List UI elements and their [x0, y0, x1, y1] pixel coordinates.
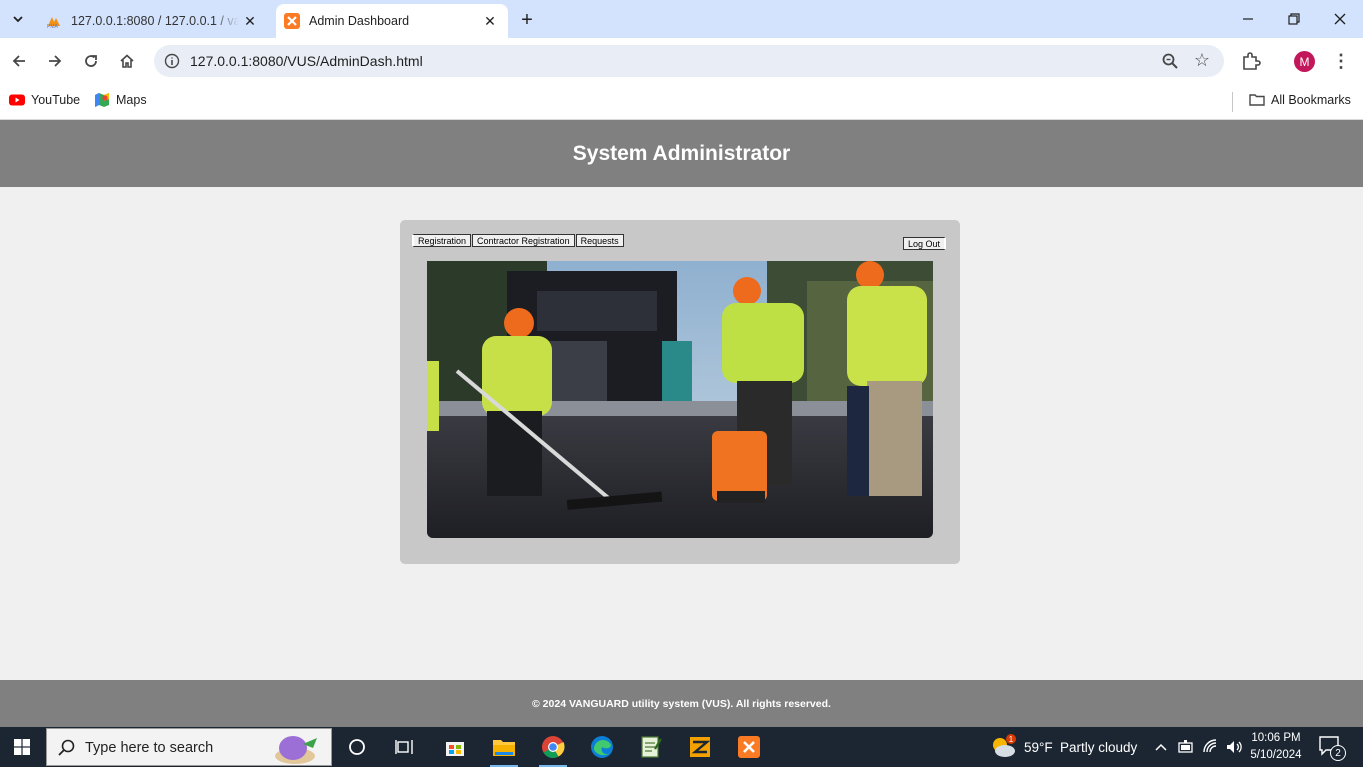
- all-bookmarks-button[interactable]: All Bookmarks: [1249, 92, 1351, 108]
- tab-admin-dashboard[interactable]: Admin Dashboard ✕: [276, 4, 508, 38]
- windows-taskbar: Type here to search 1 59°F Partly cloudy…: [0, 727, 1363, 767]
- volume-icon[interactable]: [1225, 738, 1243, 756]
- app-icon: [690, 737, 711, 757]
- bookmarks-divider: [1232, 92, 1233, 112]
- svg-text:PMA: PMA: [47, 24, 59, 29]
- system-clock[interactable]: 10:06 PM 5/10/2024: [1246, 730, 1306, 764]
- wifi-icon[interactable]: [1202, 738, 1220, 756]
- windows-logo-icon: [14, 739, 30, 755]
- task-view-button[interactable]: [381, 727, 429, 767]
- tab-search-button[interactable]: [6, 7, 30, 31]
- registration-button[interactable]: Registration: [412, 234, 472, 247]
- store-button[interactable]: [431, 727, 479, 767]
- bookmark-maps[interactable]: Maps: [94, 92, 147, 108]
- notepad-icon: [641, 736, 662, 758]
- notification-badge: 2: [1330, 745, 1346, 761]
- page-title: System Administrator: [572, 141, 791, 165]
- road-workers-photo: [427, 261, 933, 538]
- search-highlight-icon: [275, 736, 317, 764]
- site-info-icon[interactable]: [162, 51, 182, 71]
- restore-icon: [1288, 13, 1300, 25]
- edge-button[interactable]: [578, 727, 626, 767]
- arrow-right-icon: [49, 55, 62, 67]
- url-text[interactable]: 127.0.0.1:8080/VUS/AdminDash.html: [190, 53, 423, 69]
- folder-icon: [493, 740, 515, 756]
- browser-tab-strip: PMA 127.0.0.1:8080 / 127.0.0.1 / vanguar…: [0, 0, 1363, 38]
- restore-button[interactable]: [1271, 0, 1317, 38]
- xampp-icon: [284, 13, 300, 29]
- minimize-button[interactable]: [1225, 0, 1271, 38]
- all-bookmarks-label: All Bookmarks: [1271, 93, 1351, 107]
- weather-desc[interactable]: Partly cloudy: [1060, 740, 1137, 755]
- dashboard-panel: Registration Contractor Registration Req…: [400, 220, 960, 564]
- admin-nav: Registration Contractor Registration Req…: [412, 234, 625, 247]
- tab-title: 127.0.0.1:8080 / 127.0.0.1 / vanguard: [71, 14, 239, 28]
- close-icon[interactable]: ✕: [482, 13, 498, 29]
- logout-button[interactable]: Log Out: [902, 237, 946, 250]
- chrome-icon: [542, 736, 565, 758]
- back-button[interactable]: [8, 50, 30, 72]
- search-icon: [58, 739, 75, 756]
- battery-icon[interactable]: [1177, 739, 1195, 755]
- store-icon: [446, 742, 464, 756]
- page-footer: © 2024 VANGUARD utility system (VUS). Al…: [0, 680, 1363, 727]
- home-button[interactable]: [116, 50, 138, 72]
- clock-date: 5/10/2024: [1250, 749, 1302, 761]
- xampp-button[interactable]: [725, 727, 773, 767]
- youtube-icon: [9, 94, 25, 106]
- phpmyadmin-icon: PMA: [47, 17, 60, 29]
- chevron-up-icon[interactable]: [1154, 741, 1168, 753]
- weather-temp[interactable]: 59°F: [1024, 740, 1053, 755]
- cortana-icon: [349, 739, 365, 755]
- reload-icon: [85, 55, 97, 67]
- profile-avatar[interactable]: M: [1294, 51, 1315, 72]
- task-view-icon: [395, 740, 413, 754]
- new-tab-button[interactable]: +: [516, 9, 538, 31]
- bookmark-star-icon[interactable]: ☆: [1192, 50, 1212, 70]
- contractor-registration-button[interactable]: Contractor Registration: [472, 234, 575, 247]
- zoom-icon[interactable]: [1160, 51, 1180, 71]
- maps-icon: [95, 93, 109, 107]
- notifications-button[interactable]: 2: [1318, 735, 1348, 761]
- weather-icon[interactable]: 1: [990, 733, 1018, 759]
- copyright-text: © 2024 VANGUARD utility system (VUS). Al…: [532, 697, 831, 710]
- taskbar-search[interactable]: Type here to search: [46, 728, 332, 766]
- tab-phpmyadmin[interactable]: PMA 127.0.0.1:8080 / 127.0.0.1 / vanguar…: [38, 4, 268, 38]
- chevron-down-icon: [13, 16, 23, 23]
- hero-image: [427, 261, 933, 538]
- xampp-icon: [738, 736, 760, 758]
- logout-wrapper: Log Out: [902, 234, 947, 252]
- menu-kebab-icon[interactable]: ⋮: [1330, 50, 1352, 72]
- tab-title: Admin Dashboard: [309, 14, 410, 28]
- window-close-button[interactable]: [1317, 0, 1363, 38]
- filezilla-button[interactable]: [676, 727, 724, 767]
- minimize-icon: [1243, 18, 1253, 20]
- browser-toolbar: 127.0.0.1:8080/VUS/AdminDash.html ☆ M ⋮: [0, 38, 1363, 84]
- start-button[interactable]: [0, 727, 44, 767]
- cortana-button[interactable]: [333, 727, 381, 767]
- weather-alert-count: 1: [1009, 735, 1014, 744]
- requests-button[interactable]: Requests: [575, 234, 624, 247]
- extensions-icon[interactable]: [1240, 50, 1262, 72]
- page-header: System Administrator: [0, 120, 1363, 187]
- file-explorer-button[interactable]: [480, 727, 528, 767]
- close-icon[interactable]: ✕: [242, 13, 258, 29]
- close-icon: [1334, 13, 1346, 25]
- folder-icon: [1249, 94, 1265, 106]
- clock-time: 10:06 PM: [1251, 732, 1301, 744]
- address-bar[interactable]: 127.0.0.1:8080/VUS/AdminDash.html ☆: [154, 45, 1224, 77]
- forward-button[interactable]: [44, 50, 66, 72]
- home-icon: [120, 54, 134, 68]
- bookmark-label: Maps: [116, 93, 147, 107]
- arrow-left-icon: [12, 55, 25, 67]
- edge-icon: [591, 736, 613, 758]
- chrome-button[interactable]: [529, 727, 577, 767]
- bookmark-label: YouTube: [31, 93, 81, 107]
- bookmark-youtube[interactable]: YouTube: [9, 92, 80, 108]
- bookmarks-bar: YouTube Maps All Bookmarks: [0, 84, 1363, 120]
- notepad-app-button[interactable]: [627, 727, 675, 767]
- reload-button[interactable]: [80, 50, 102, 72]
- search-placeholder: Type here to search: [85, 740, 214, 756]
